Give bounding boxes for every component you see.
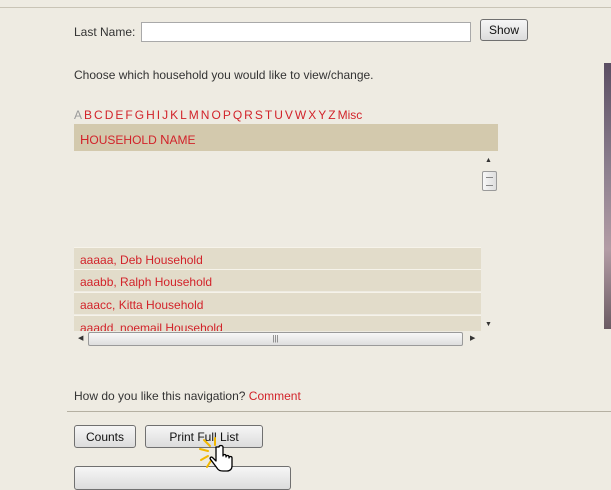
vertical-scroll-thumb[interactable] [482,171,497,191]
letter-filter-e[interactable]: E [115,108,123,122]
letter-filter-b[interactable]: B [84,108,92,122]
last-name-row: Last Name: [74,21,472,43]
scroll-up-icon[interactable]: ▲ [485,157,492,164]
hand-pointer-icon [199,437,233,472]
top-divider [0,7,611,8]
instruction-text: Choose which household you would like to… [74,68,374,82]
letter-filter-f[interactable]: F [125,108,132,122]
side-photo [604,63,611,329]
letter-filter-i[interactable]: I [157,108,160,122]
household-list-viewport: aaaaa, Deb Household aaabb, Ralph Househ… [74,151,481,331]
letter-filter-u[interactable]: U [274,108,283,122]
household-name-header-label: HOUSEHOLD NAME [80,132,196,147]
feedback-question: How do you like this navigation? [74,389,246,403]
vertical-scrollbar[interactable]: ▲ ▼ [481,151,498,331]
letter-filter-n[interactable]: N [201,108,210,122]
letter-filter-misc[interactable]: Misc [338,108,363,122]
comment-link[interactable]: Comment [249,389,301,403]
horizontal-scroll-thumb[interactable]: ||| [88,332,463,346]
letter-filter-k[interactable]: K [170,108,178,122]
letter-filter-h[interactable]: H [146,108,155,122]
letter-filter-s[interactable]: S [255,108,263,122]
letter-filter-r[interactable]: R [244,108,253,122]
letter-filter-z[interactable]: Z [328,108,335,122]
letter-filter-o[interactable]: O [211,108,220,122]
list-item[interactable]: aaaaa, Deb Household [74,247,481,269]
letter-filter-l[interactable]: L [180,108,187,122]
letter-filter-j[interactable]: J [162,108,168,122]
horizontal-scrollbar[interactable]: ◀ ||| ▶ [74,331,481,347]
household-name-header[interactable]: HOUSEHOLD NAME [74,124,498,151]
list-item[interactable]: aaadd, noemail Household [74,315,481,331]
letter-filter-x[interactable]: X [308,108,316,122]
letter-filter-v[interactable]: V [285,108,293,122]
letter-filter-w[interactable]: W [295,108,306,122]
scrollbar-corner [481,331,498,347]
letter-filter-c[interactable]: C [94,108,103,122]
letter-filter-p[interactable]: P [223,108,231,122]
last-name-input[interactable] [141,22,472,42]
show-button[interactable]: Show [480,19,528,41]
section-divider [67,411,611,412]
letter-filter-y[interactable]: Y [318,108,326,122]
letter-filter-t[interactable]: T [265,108,272,122]
letter-filter-q[interactable]: Q [233,108,242,122]
list-item[interactable]: aaacc, Kitta Household [74,292,481,314]
letter-filter-a: A [74,108,83,122]
last-name-label: Last Name: [74,25,136,39]
counts-button[interactable]: Counts [74,425,136,448]
letter-filter-d[interactable]: D [105,108,114,122]
list-item[interactable]: aaabb, Ralph Household [74,269,481,291]
household-list: aaaaa, Deb Household aaabb, Ralph Househ… [74,151,498,347]
letter-filter-g[interactable]: G [135,108,144,122]
navigation-feedback: How do you like this navigation? Comment [74,389,301,403]
scroll-down-icon[interactable]: ▼ [485,321,492,328]
scroll-right-icon[interactable]: ▶ [470,334,475,342]
scroll-left-icon[interactable]: ◀ [78,334,83,342]
letter-filter-m[interactable]: M [189,108,199,122]
alphabet-filter: A B C D E F G H I J K L M N O P Q R S T U V W X Y Z Misc [74,108,364,122]
partially-visible-button[interactable] [74,466,291,490]
